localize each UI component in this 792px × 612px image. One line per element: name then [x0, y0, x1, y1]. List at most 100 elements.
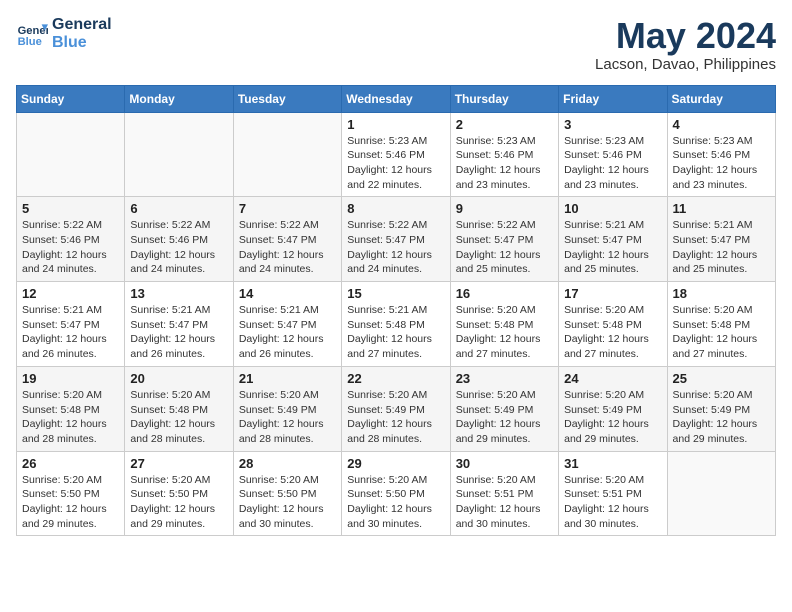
- day-info: Sunrise: 5:21 AMSunset: 5:47 PMDaylight:…: [22, 303, 119, 362]
- day-number: 31: [564, 456, 661, 471]
- calendar-week: 19 Sunrise: 5:20 AMSunset: 5:48 PMDayligh…: [17, 366, 776, 451]
- calendar-cell: 24Sunrise: 5:20 AMSunset: 5:49 PMDayligh…: [559, 366, 667, 451]
- day-number: 9: [456, 201, 553, 216]
- calendar-title: May 2024: [595, 16, 776, 56]
- calendar-cell: [233, 112, 341, 197]
- calendar-cell: 23 Sunrise: 5:20 AMSunset: 5:49 PMDayligh…: [450, 366, 558, 451]
- title-block: May 2024 Lacson, Davao, Philippines: [595, 16, 776, 73]
- calendar-header: SundayMondayTuesdayWednesdayThursdayFrid…: [17, 85, 776, 112]
- day-number: 15: [347, 286, 444, 301]
- calendar-cell: 15Sunrise: 5:21 AMSunset: 5:48 PMDayligh…: [342, 282, 450, 367]
- day-number: 3: [564, 117, 661, 132]
- day-number: 12: [22, 286, 119, 301]
- calendar-cell: [667, 451, 775, 536]
- day-info: Sunrise: 5:20 AMSunset: 5:50 PMDaylight:…: [130, 473, 227, 532]
- day-info: Sunrise: 5:22 AMSunset: 5:46 PMDaylight:…: [22, 218, 119, 277]
- calendar-cell: 6Sunrise: 5:22 AMSunset: 5:46 PMDaylight…: [125, 197, 233, 282]
- day-info: Sunrise: 5:20 AMSunset: 5:48 PMDaylight:…: [130, 388, 227, 447]
- calendar-table: SundayMondayTuesdayWednesdayThursdayFrid…: [16, 85, 776, 537]
- weekday-header: Wednesday: [342, 85, 450, 112]
- day-info: Sunrise: 5:23 AMSunset: 5:46 PMDaylight:…: [456, 134, 553, 193]
- day-info: Sunrise: 5:23 AMSunset: 5:46 PMDaylight:…: [564, 134, 661, 193]
- day-info: Sunrise: 5:20 AMSunset: 5:48 PMDaylight:…: [564, 303, 661, 362]
- day-info: Sunrise: 5:20 AMSunset: 5:49 PMDaylight:…: [564, 388, 661, 447]
- day-info: Sunrise: 5:22 AMSunset: 5:47 PMDaylight:…: [239, 218, 336, 277]
- day-number: 5: [22, 201, 119, 216]
- calendar-cell: 2 Sunrise: 5:23 AMSunset: 5:46 PMDaylight…: [450, 112, 558, 197]
- calendar-cell: 31 Sunrise: 5:20 AMSunset: 5:51 PMDayligh…: [559, 451, 667, 536]
- logo: General Blue General Blue: [16, 16, 112, 52]
- day-number: 25: [673, 371, 770, 386]
- day-number: 8: [347, 201, 444, 216]
- calendar-week: 26 Sunrise: 5:20 AMSunset: 5:50 PMDayligh…: [17, 451, 776, 536]
- day-number: 21: [239, 371, 336, 386]
- day-info: Sunrise: 5:23 AMSunset: 5:46 PMDaylight:…: [673, 134, 770, 193]
- calendar-week: 12 Sunrise: 5:21 AMSunset: 5:47 PMDayligh…: [17, 282, 776, 367]
- calendar-cell: 12 Sunrise: 5:21 AMSunset: 5:47 PMDayligh…: [17, 282, 125, 367]
- calendar-cell: 21Sunrise: 5:20 AMSunset: 5:49 PMDayligh…: [233, 366, 341, 451]
- day-info: Sunrise: 5:23 AMSunset: 5:46 PMDaylight:…: [347, 134, 444, 193]
- day-info: Sunrise: 5:20 AMSunset: 5:49 PMDaylight:…: [456, 388, 553, 447]
- calendar-cell: 28 Sunrise: 5:20 AMSunset: 5:50 PMDayligh…: [233, 451, 341, 536]
- calendar-cell: 16 Sunrise: 5:20 AMSunset: 5:48 PMDayligh…: [450, 282, 558, 367]
- calendar-cell: 14Sunrise: 5:21 AMSunset: 5:47 PMDayligh…: [233, 282, 341, 367]
- calendar-cell: 27 Sunrise: 5:20 AMSunset: 5:50 PMDayligh…: [125, 451, 233, 536]
- calendar-subtitle: Lacson, Davao, Philippines: [595, 56, 776, 73]
- calendar-cell: 4 Sunrise: 5:23 AMSunset: 5:46 PMDaylight…: [667, 112, 775, 197]
- day-info: Sunrise: 5:22 AMSunset: 5:47 PMDaylight:…: [347, 218, 444, 277]
- day-number: 22: [347, 371, 444, 386]
- page-header: General Blue General Blue May 2024 Lacso…: [16, 16, 776, 73]
- calendar-cell: [17, 112, 125, 197]
- calendar-week: 5 Sunrise: 5:22 AMSunset: 5:46 PMDaylight…: [17, 197, 776, 282]
- day-info: Sunrise: 5:20 AMSunset: 5:48 PMDaylight:…: [673, 303, 770, 362]
- calendar-cell: 7 Sunrise: 5:22 AMSunset: 5:47 PMDaylight…: [233, 197, 341, 282]
- day-number: 16: [456, 286, 553, 301]
- day-number: 23: [456, 371, 553, 386]
- calendar-cell: 22 Sunrise: 5:20 AMSunset: 5:49 PMDayligh…: [342, 366, 450, 451]
- day-info: Sunrise: 5:21 AMSunset: 5:47 PMDaylight:…: [130, 303, 227, 362]
- day-info: Sunrise: 5:21 AMSunset: 5:47 PMDaylight:…: [239, 303, 336, 362]
- day-number: 10: [564, 201, 661, 216]
- day-number: 20: [130, 371, 227, 386]
- weekday-header: Friday: [559, 85, 667, 112]
- day-info: Sunrise: 5:20 AMSunset: 5:51 PMDaylight:…: [456, 473, 553, 532]
- day-info: Sunrise: 5:20 AMSunset: 5:49 PMDaylight:…: [673, 388, 770, 447]
- day-number: 26: [22, 456, 119, 471]
- day-number: 6: [130, 201, 227, 216]
- day-info: Sunrise: 5:20 AMSunset: 5:51 PMDaylight:…: [564, 473, 661, 532]
- day-info: Sunrise: 5:20 AMSunset: 5:48 PMDaylight:…: [22, 388, 119, 447]
- day-number: 2: [456, 117, 553, 132]
- weekday-header: Monday: [125, 85, 233, 112]
- calendar-cell: 13 Sunrise: 5:21 AMSunset: 5:47 PMDayligh…: [125, 282, 233, 367]
- calendar-cell: 9Sunrise: 5:22 AMSunset: 5:47 PMDaylight…: [450, 197, 558, 282]
- day-info: Sunrise: 5:21 AMSunset: 5:47 PMDaylight:…: [564, 218, 661, 277]
- logo-blue: Blue: [52, 34, 112, 52]
- day-info: Sunrise: 5:20 AMSunset: 5:50 PMDaylight:…: [239, 473, 336, 532]
- calendar-cell: 10 Sunrise: 5:21 AMSunset: 5:47 PMDayligh…: [559, 197, 667, 282]
- day-number: 11: [673, 201, 770, 216]
- calendar-cell: 11 Sunrise: 5:21 AMSunset: 5:47 PMDayligh…: [667, 197, 775, 282]
- day-number: 27: [130, 456, 227, 471]
- day-info: Sunrise: 5:21 AMSunset: 5:47 PMDaylight:…: [673, 218, 770, 277]
- logo-general: General: [52, 16, 112, 34]
- calendar-cell: 29Sunrise: 5:20 AMSunset: 5:50 PMDayligh…: [342, 451, 450, 536]
- day-number: 4: [673, 117, 770, 132]
- calendar-cell: 5 Sunrise: 5:22 AMSunset: 5:46 PMDaylight…: [17, 197, 125, 282]
- svg-text:Blue: Blue: [18, 36, 42, 48]
- logo-icon: General Blue: [16, 18, 48, 50]
- calendar-cell: 3 Sunrise: 5:23 AMSunset: 5:46 PMDaylight…: [559, 112, 667, 197]
- day-number: 1: [347, 117, 444, 132]
- day-number: 13: [130, 286, 227, 301]
- day-info: Sunrise: 5:20 AMSunset: 5:48 PMDaylight:…: [456, 303, 553, 362]
- calendar-week: 1 Sunrise: 5:23 AMSunset: 5:46 PMDaylight…: [17, 112, 776, 197]
- day-number: 17: [564, 286, 661, 301]
- calendar-cell: 19 Sunrise: 5:20 AMSunset: 5:48 PMDayligh…: [17, 366, 125, 451]
- day-number: 7: [239, 201, 336, 216]
- weekday-header: Saturday: [667, 85, 775, 112]
- day-info: Sunrise: 5:20 AMSunset: 5:50 PMDaylight:…: [22, 473, 119, 532]
- day-number: 28: [239, 456, 336, 471]
- weekday-header: Thursday: [450, 85, 558, 112]
- day-info: Sunrise: 5:20 AMSunset: 5:50 PMDaylight:…: [347, 473, 444, 532]
- day-info: Sunrise: 5:20 AMSunset: 5:49 PMDaylight:…: [347, 388, 444, 447]
- day-number: 19: [22, 371, 119, 386]
